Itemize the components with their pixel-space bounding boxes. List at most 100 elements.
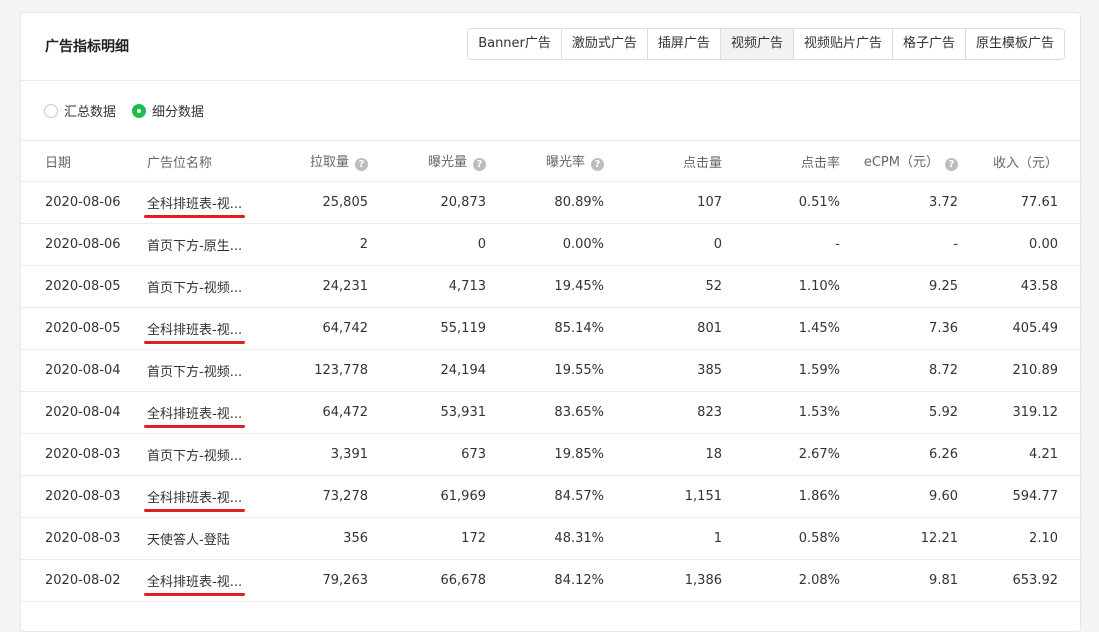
cell-ad-slot-name: 全科排班表-视...	[143, 181, 246, 224]
cell-impressions: 53,931	[368, 391, 486, 434]
cell-date: 2020-08-02	[21, 559, 143, 602]
tab-native-template[interactable]: 原生模板广告	[964, 29, 1064, 59]
cell-impressions: 55,119	[368, 307, 486, 350]
table-row: 2020-08-05 首页下方-视频... 24,231 4,713 19.45% 52 1…	[21, 265, 1082, 308]
cell-impressions: 4,713	[368, 265, 486, 308]
tab-video[interactable]: 视频广告	[719, 29, 793, 59]
cell-date: 2020-08-03	[21, 517, 143, 560]
cell-requests: 64,742	[243, 307, 368, 350]
help-icon[interactable]: ?	[591, 158, 604, 171]
cell-date: 2020-08-06	[21, 181, 143, 224]
cell-clicks: 1,151	[604, 475, 722, 518]
table-row: 2020-08-06 首页下方-原生... 2 0 0.00% 0- -0.00	[21, 223, 1082, 266]
cell-requests: 73,278	[243, 475, 368, 518]
cell-ctr: 1.53%	[722, 391, 840, 434]
cell-impression-rate: 19.85%	[486, 433, 604, 476]
cell-ctr: 1.45%	[722, 307, 840, 350]
cell-impressions: 61,969	[368, 475, 486, 518]
cell-ad-slot-name: 天使答人-登陆	[143, 517, 243, 560]
cell-clicks: 823	[604, 391, 722, 434]
column-header-clicks: 点击量	[604, 141, 722, 182]
cell-revenue: 653.92	[958, 559, 1082, 602]
tab-grid[interactable]: 格子广告	[891, 29, 965, 59]
tab-rewarded[interactable]: 激励式广告	[560, 29, 647, 59]
table-body: 2020-08-06 全科排班表-视... 25,805 20,873 80.89% 10…	[21, 181, 1082, 602]
cell-requests: 25,805	[243, 181, 368, 224]
table-row: 2020-08-03 首页下方-视频... 3,391 673 19.85% 18 2.67…	[21, 433, 1082, 476]
cell-ad-slot-name: 首页下方-视频...	[143, 349, 243, 392]
radio-detailed-label: 细分数据	[152, 105, 205, 120]
cell-ad-slot-name: 全科排班表-视...	[143, 475, 246, 518]
data-mode-radio-group: 汇总数据 细分数据	[21, 81, 1080, 141]
cell-revenue: 4.21	[958, 433, 1082, 476]
column-header-requests: 拉取量?	[243, 141, 368, 182]
cell-revenue: 405.49	[958, 307, 1082, 350]
cell-ctr: 1.10%	[722, 265, 840, 308]
table-row: 2020-08-03 天使答人-登陆 356 172 48.31% 1 0.58% 12.21…	[21, 517, 1082, 560]
table-row: 2020-08-03 全科排班表-视... 73,278 61,969 84.57% 1,…	[21, 475, 1082, 518]
help-icon[interactable]: ?	[473, 158, 486, 171]
cell-ad-slot-name: 全科排班表-视...	[143, 391, 246, 434]
radio-checked-icon	[132, 103, 147, 118]
cell-clicks: 18	[604, 433, 722, 476]
cell-ecpm: 3.72	[840, 181, 958, 224]
cell-ecpm: 6.26	[840, 433, 958, 476]
cell-impressions: 66,678	[368, 559, 486, 602]
cell-ecpm: 9.81	[840, 559, 958, 602]
cell-ctr: 0.58%	[722, 517, 840, 560]
help-icon[interactable]: ?	[355, 158, 368, 171]
cell-requests: 64,472	[243, 391, 368, 434]
cell-date: 2020-08-06	[21, 223, 143, 266]
tab-video-patch[interactable]: 视频贴片广告	[792, 29, 892, 59]
cell-revenue: 319.12	[958, 391, 1082, 434]
cell-requests: 356	[243, 517, 368, 560]
cell-revenue: 2.10	[958, 517, 1082, 560]
cell-revenue: 594.77	[958, 475, 1082, 518]
cell-impressions: 673	[368, 433, 486, 476]
cell-ctr: 2.67%	[722, 433, 840, 476]
tab-banner[interactable]: Banner广告	[468, 29, 561, 59]
cell-ctr: 0.51%	[722, 181, 840, 224]
column-header-ctr: 点击率	[722, 141, 840, 182]
cell-impression-rate: 19.45%	[486, 265, 604, 308]
ad-type-tabs: Banner广告 激励式广告 插屏广告 视频广告 视频贴片广告 格子广告 原生模…	[467, 28, 1065, 60]
cell-requests: 123,778	[243, 349, 368, 392]
column-header-impression-rate: 曝光率?	[486, 141, 604, 182]
cell-revenue: 210.89	[958, 349, 1082, 392]
radio-summary[interactable]: 汇总数据	[44, 101, 116, 120]
column-header-impressions: 曝光量?	[368, 141, 486, 182]
cell-impression-rate: 80.89%	[486, 181, 604, 224]
cell-impression-rate: 48.31%	[486, 517, 604, 560]
radio-summary-label: 汇总数据	[64, 105, 117, 120]
cell-revenue: 77.61	[958, 181, 1082, 224]
tab-interstitial[interactable]: 插屏广告	[646, 29, 720, 59]
table-row: 2020-08-05 全科排班表-视... 64,742 55,119 85.14% 80…	[21, 307, 1082, 350]
cell-date: 2020-08-04	[21, 349, 143, 392]
cell-ecpm: -	[840, 223, 958, 266]
cell-impressions: 0	[368, 223, 486, 266]
cell-impression-rate: 0.00%	[486, 223, 604, 266]
cell-clicks: 385	[604, 349, 722, 392]
radio-unchecked-icon	[44, 103, 58, 118]
column-header-date: 日期	[21, 141, 143, 182]
cell-date: 2020-08-04	[21, 391, 143, 434]
cell-impression-rate: 83.65%	[486, 391, 604, 434]
cell-ecpm: 12.21	[840, 517, 958, 560]
table-row: 2020-08-02 全科排班表-视... 79,263 66,678 84.12% 1,…	[21, 559, 1082, 602]
cell-ecpm: 8.72	[840, 349, 958, 392]
cell-ctr: -	[722, 223, 840, 266]
cell-ecpm: 7.36	[840, 307, 958, 350]
help-icon[interactable]: ?	[945, 158, 958, 171]
cell-requests: 24,231	[243, 265, 368, 308]
cell-revenue: 0.00	[958, 223, 1082, 266]
cell-ad-slot-name: 全科排班表-视...	[143, 559, 246, 602]
cell-ctr: 1.59%	[722, 349, 840, 392]
cell-ad-slot-name: 首页下方-视频...	[143, 265, 243, 308]
cell-ctr: 2.08%	[722, 559, 840, 602]
cell-requests: 3,391	[243, 433, 368, 476]
radio-detailed[interactable]: 细分数据	[132, 101, 204, 120]
ad-metrics-card: 广告指标明细 Banner广告 激励式广告 插屏广告 视频广告 视频贴片广告 格…	[20, 12, 1082, 632]
cell-impressions: 172	[368, 517, 486, 560]
cell-clicks: 1	[604, 517, 722, 560]
column-header-ecpm: eCPM（元）?	[840, 141, 958, 182]
